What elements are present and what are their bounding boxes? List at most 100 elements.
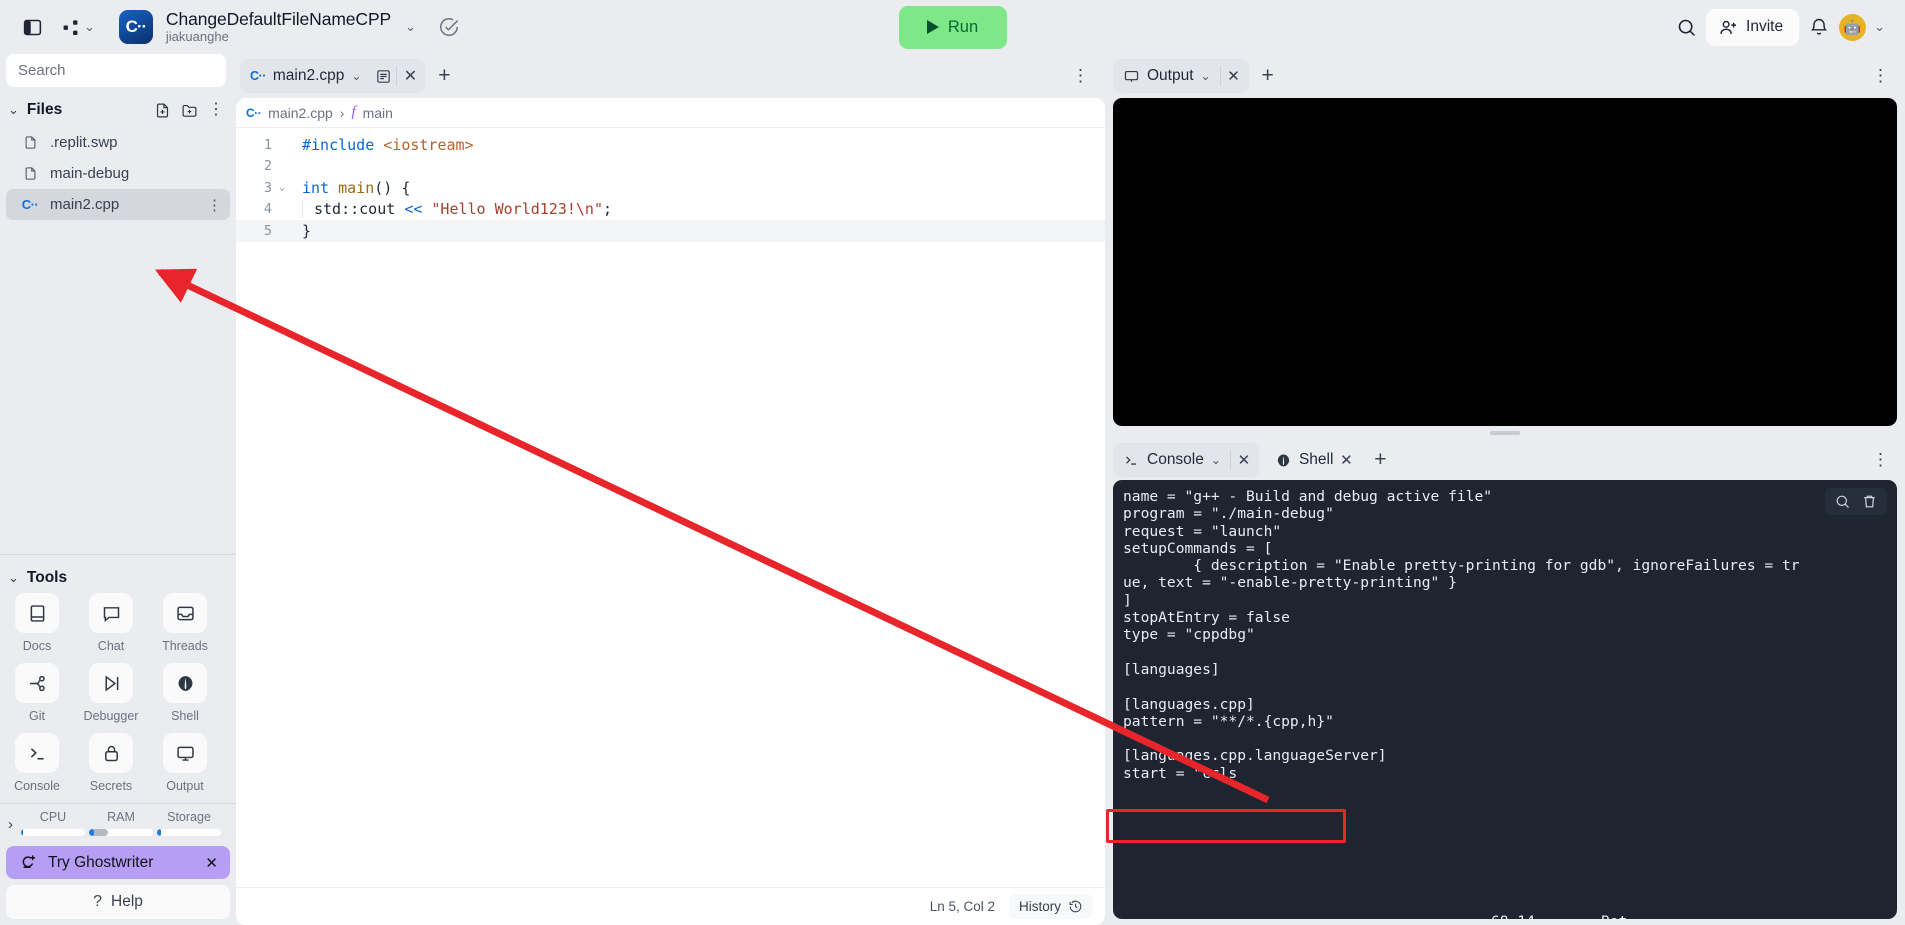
output-new-tab-plus-icon[interactable]: + [1253, 61, 1283, 91]
resource-cpu[interactable]: CPU [19, 810, 87, 836]
tool-secrets[interactable]: Secrets [74, 733, 148, 793]
new-folder-icon[interactable] [181, 102, 198, 119]
code-line-current: 5 } [236, 220, 1105, 242]
resource-storage[interactable]: Storage [155, 810, 223, 836]
file-row[interactable]: .replit.swp [6, 127, 230, 158]
output-pane-more-icon[interactable]: ⋮ [1872, 66, 1889, 86]
breadcrumb-file[interactable]: main2.cpp [268, 105, 333, 121]
avatar-emoji: 🤖 [1843, 18, 1862, 35]
new-tab-plus-icon[interactable]: + [429, 61, 459, 91]
tool-output[interactable]: Output [148, 733, 222, 793]
try-ghostwriter-button[interactable]: Try Ghostwriter ✕ [6, 846, 230, 879]
editor-pane-more-icon[interactable]: ⋮ [1072, 66, 1089, 86]
monitor-icon [163, 733, 207, 773]
console-tab-chevron-down-icon[interactable]: ⌄ [1211, 453, 1221, 467]
output-console-black[interactable] [1113, 98, 1897, 426]
sidebar: Search ⌄ Files ⋮ .replit.swp main-debug … [0, 54, 236, 925]
project-chevron-down-icon[interactable]: ⌄ [405, 19, 416, 35]
file-name: .replit.swp [50, 134, 118, 151]
shell-tab[interactable]: Shell ✕ [1265, 443, 1361, 477]
notifications-bell-icon[interactable] [1805, 13, 1833, 41]
pane-resize-grip[interactable] [1105, 426, 1905, 440]
invite-button[interactable]: Invite [1706, 8, 1800, 46]
shell-tab-close-icon[interactable]: ✕ [1333, 447, 1359, 473]
trash-icon[interactable] [1861, 493, 1878, 510]
console-tab[interactable]: Console ⌄ ✕ [1113, 443, 1259, 477]
resource-ram[interactable]: RAM [87, 810, 155, 836]
step-over-icon [89, 663, 133, 703]
avatar[interactable]: 🤖 [1839, 13, 1867, 41]
file-more-icon[interactable]: ⋮ [207, 196, 222, 214]
history-button[interactable]: History [1008, 894, 1093, 919]
git-branch-icon [15, 663, 59, 703]
run-button-label: Run [947, 17, 979, 36]
project-logo-text: C·· [125, 17, 148, 36]
tab-chevron-down-icon[interactable]: ⌄ [351, 69, 361, 83]
files-collapse-chevron-icon[interactable]: ⌄ [8, 102, 19, 118]
project-owner: jiakuanghe [165, 29, 229, 45]
help-label: Help [111, 893, 143, 910]
file-name: main-debug [50, 165, 130, 182]
line-number: 3 [263, 179, 272, 196]
files-more-icon[interactable]: ⋮ [208, 102, 224, 118]
tool-threads[interactable]: Threads [148, 593, 222, 653]
resources-expand-chevron-icon[interactable]: › [4, 810, 19, 833]
console-pane-more-icon[interactable]: ⋮ [1872, 450, 1889, 470]
editor-pane: C·· main2.cpp ⌄ ✕ + ⋮ C·· main2.cpp › f … [236, 54, 1105, 925]
code-text: std::cout << "Hello World123!\n"; [302, 200, 612, 219]
output-tab-chevron-down-icon[interactable]: ⌄ [1201, 69, 1211, 83]
file-row-selected[interactable]: C·· main2.cpp ⋮ [6, 189, 230, 220]
search-icon[interactable] [1834, 493, 1851, 510]
code-line: 3 ⌄ int main() { [236, 177, 1105, 199]
tool-label: Docs [22, 639, 52, 653]
tab-preview-icon[interactable] [370, 63, 396, 89]
tool-docs[interactable]: Docs [0, 593, 74, 653]
console-panel[interactable]: name = "g++ - Build and debug active fil… [1113, 480, 1897, 919]
terminal-prompt-icon [15, 733, 59, 773]
search-input[interactable]: Search [6, 54, 226, 87]
run-button[interactable]: Run [898, 5, 1007, 49]
tab-close-icon[interactable]: ✕ [397, 63, 423, 89]
cpp-icon: C·· [250, 69, 266, 83]
line-number: 4 [263, 201, 272, 218]
editor-tab-main2-cpp[interactable]: C·· main2.cpp ⌄ ✕ [240, 59, 426, 93]
tool-shell[interactable]: Shell [148, 663, 222, 723]
code-text: #include <iostream> [302, 135, 474, 154]
branch-chevron-down-icon[interactable]: ⌄ [84, 19, 95, 35]
help-button[interactable]: ? Help [6, 885, 230, 919]
search-icon[interactable] [1672, 13, 1700, 41]
tool-git[interactable]: Git [0, 663, 74, 723]
new-file-icon[interactable] [154, 102, 171, 119]
branch-tree-icon[interactable] [60, 13, 82, 41]
code-editor[interactable]: 1 #include <iostream> 2 3 ⌄ int main() { [236, 128, 1105, 887]
console-output-text[interactable]: name = "g++ - Build and debug active fil… [1113, 480, 1897, 919]
breadcrumb: C·· main2.cpp › f main [236, 98, 1105, 128]
tool-console[interactable]: Console [0, 733, 74, 793]
file-icon [20, 134, 40, 151]
ghostwriter-close-icon[interactable]: ✕ [205, 854, 218, 872]
console-tab-close-icon[interactable]: ✕ [1231, 447, 1257, 473]
tool-label: Console [14, 779, 60, 793]
tools-collapse-chevron-icon[interactable]: ⌄ [8, 570, 19, 586]
tool-label: Threads [162, 639, 208, 653]
sidebar-toggle-icon[interactable] [18, 13, 46, 41]
output-tab-close-icon[interactable]: ✕ [1221, 63, 1247, 89]
files-section-title: Files [26, 101, 63, 118]
check-circle-icon[interactable] [438, 16, 460, 38]
tool-debugger[interactable]: Debugger [74, 663, 148, 723]
project-meta: ChangeDefaultFileNameCPP jiakuanghe [166, 9, 391, 45]
editor-card: C·· main2.cpp › f main 1 #include <iostr… [236, 98, 1105, 925]
tool-chat[interactable]: Chat [74, 593, 148, 653]
breadcrumb-separator: › [339, 104, 345, 121]
account-chevron-down-icon[interactable]: ⌄ [1874, 19, 1885, 35]
line-number: 2 [263, 158, 272, 175]
fold-chevron-down-icon[interactable]: ⌄ [274, 182, 290, 193]
breadcrumb-symbol[interactable]: main [363, 105, 393, 121]
annotation-highlight-box [1106, 809, 1346, 843]
resource-track [89, 829, 153, 836]
file-row[interactable]: main-debug [6, 158, 230, 189]
resource-track [157, 829, 221, 836]
console-new-tab-plus-icon[interactable]: + [1365, 445, 1395, 475]
tool-label: Debugger [83, 709, 139, 723]
output-tab[interactable]: Output ⌄ ✕ [1113, 59, 1249, 93]
